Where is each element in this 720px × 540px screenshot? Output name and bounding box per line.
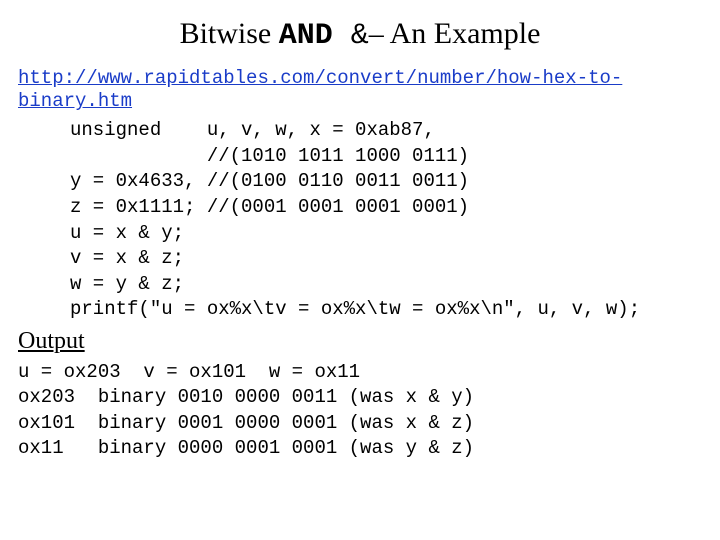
output-block: u = ox203 v = ox101 w = ox11 ox203 binar… [18, 360, 702, 463]
slide-title: Bitwise AND &– An Example [18, 14, 702, 57]
title-keyword: AND [279, 19, 333, 53]
title-operator: & [333, 19, 369, 53]
code-block: unsigned u, v, w, x = 0xab87, //(1010 10… [70, 118, 702, 323]
title-pre: Bitwise [180, 17, 279, 50]
output-heading: Output [18, 325, 702, 357]
reference-link[interactable]: http://www.rapidtables.com/convert/numbe… [18, 67, 702, 115]
title-post: – An Example [369, 17, 541, 50]
